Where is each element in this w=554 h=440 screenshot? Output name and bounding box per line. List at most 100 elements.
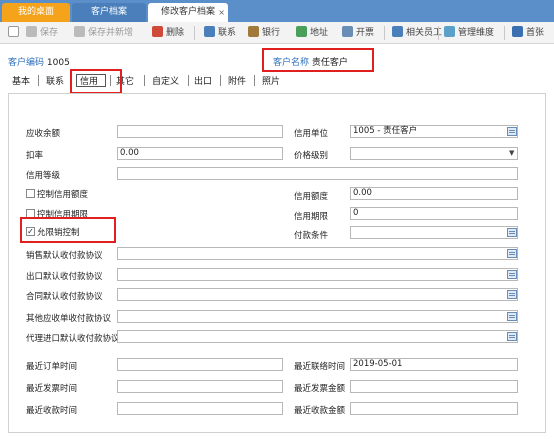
customer-name-label: 客户名称 — [273, 58, 310, 68]
contract-agreement-picker-icon[interactable] — [507, 290, 517, 299]
add-button[interactable] — [8, 25, 22, 41]
bank-button[interactable]: 银行 — [248, 25, 280, 41]
contract-agreement-field[interactable] — [117, 288, 518, 301]
last-invoice-time-field[interactable] — [117, 380, 283, 393]
subtab-photo[interactable]: 照片 — [262, 74, 280, 87]
credit-unit-label: 信用单位 — [294, 129, 329, 139]
credit-unit-picker-icon[interactable] — [507, 127, 517, 136]
credit-period-label: 信用期限 — [294, 212, 329, 222]
last-receipt-time-field[interactable] — [117, 402, 283, 415]
tab-home[interactable]: 我的桌面 — [2, 3, 70, 22]
credit-grade-label: 信用等级 — [26, 171, 61, 181]
allow-sales-checkbox[interactable]: ✓ — [26, 227, 35, 236]
other-receivable-agreement-field[interactable] — [117, 310, 518, 323]
subtab-divider — [38, 75, 39, 86]
sales-agreement-field[interactable] — [117, 247, 518, 260]
contact-button[interactable]: 联系 — [204, 25, 236, 41]
contact-icon — [204, 26, 215, 37]
subtab-attachment[interactable]: 附件 — [228, 74, 246, 87]
payment-terms-field[interactable] — [350, 226, 518, 239]
subtab-basic[interactable]: 基本 — [12, 74, 30, 87]
control-credit-limit-label: 控制信用额度 — [37, 190, 89, 200]
credit-tab-highlight — [70, 69, 122, 94]
agency-import-agreement-picker-icon[interactable] — [507, 332, 517, 341]
last-order-time-label: 最近订单时间 — [26, 362, 78, 372]
address-label: 地址 — [310, 28, 329, 38]
credit-limit-field[interactable]: 0.00 — [350, 187, 518, 200]
other-receivable-agreement-label: 其他应收单收付款协议 — [26, 314, 112, 324]
customer-name: 客户名称 责任客户 — [273, 55, 348, 68]
agency-import-agreement-field[interactable] — [117, 330, 518, 343]
tab-edit-customer[interactable]: 修改客户档案 × — [148, 3, 228, 22]
last-order-time-field[interactable] — [117, 358, 283, 371]
window-tab-strip: 我的桌面 客户档案 修改客户档案 × — [0, 0, 554, 22]
export-agreement-picker-icon[interactable] — [507, 270, 517, 279]
invoice-button[interactable]: 开票 — [342, 25, 374, 41]
price-level-label: 价格级别 — [294, 151, 329, 161]
control-credit-limit-checkbox[interactable] — [26, 189, 35, 198]
last-invoice-amount-field[interactable] — [350, 380, 518, 393]
address-icon — [296, 26, 307, 37]
first-button[interactable]: 首张 — [512, 25, 544, 41]
receivable-balance-label: 应收余额 — [26, 129, 61, 139]
invoice-label: 开票 — [356, 28, 375, 38]
customer-code-label: 客户编码 — [8, 58, 45, 68]
payment-terms-label: 付款条件 — [294, 231, 329, 241]
last-receipt-amount-label: 最近收款金额 — [294, 406, 346, 416]
last-receipt-time-label: 最近收款时间 — [26, 406, 78, 416]
first-label: 首张 — [526, 28, 545, 38]
delete-icon — [152, 26, 163, 37]
credit-unit-field[interactable]: 1005 - 责任客户 — [350, 125, 518, 138]
customer-code-value: 1005 — [46, 58, 70, 68]
staff-icon — [392, 26, 403, 37]
save-button[interactable]: 保存 — [26, 25, 58, 41]
credit-grade-field[interactable] — [117, 167, 518, 180]
subtab-divider — [188, 75, 189, 86]
allow-sales-label: 允限销控制 — [37, 228, 80, 238]
credit-limit-label: 信用额度 — [294, 192, 329, 202]
customer-code: 客户编码 1005 — [8, 55, 70, 68]
other-receivable-agreement-picker-icon[interactable] — [507, 312, 517, 321]
delete-button[interactable]: 删除 — [152, 25, 184, 41]
sales-agreement-label: 销售默认收付款协议 — [26, 251, 103, 261]
bank-label: 银行 — [262, 28, 281, 38]
last-contact-time-field[interactable]: 2019-05-01 — [350, 358, 518, 371]
subtab-contact[interactable]: 联系 — [46, 74, 64, 87]
plus-icon — [8, 26, 19, 37]
agency-import-agreement-label: 代理进口默认收付款协议 — [26, 334, 120, 344]
payment-terms-picker-icon[interactable] — [507, 228, 517, 237]
invoice-icon — [342, 26, 353, 37]
subtab-export[interactable]: 出口 — [194, 74, 212, 87]
manage-dim-icon — [444, 26, 455, 37]
save-new-icon — [74, 26, 85, 37]
subtab-divider — [254, 75, 255, 86]
last-invoice-time-label: 最近发票时间 — [26, 384, 78, 394]
sales-agreement-picker-icon[interactable] — [507, 249, 517, 258]
export-agreement-field[interactable] — [117, 268, 518, 281]
manage-dim-button[interactable]: 管理维度 — [444, 25, 494, 41]
price-level-select[interactable] — [350, 147, 518, 160]
tab-customer-archive-label: 客户档案 — [90, 7, 127, 17]
toolbar-divider — [384, 26, 385, 40]
save-icon — [26, 26, 37, 37]
staff-button[interactable]: 相关员工 — [392, 25, 442, 41]
subtab-divider — [220, 75, 221, 86]
close-icon[interactable]: × — [218, 3, 225, 22]
save-new-button[interactable]: 保存并新增 — [74, 25, 133, 41]
tab-edit-customer-label: 修改客户档案 — [160, 7, 215, 17]
toolbar: 保存 保存并新增 删除 联系 银行 地址 开票 相关员工 管理维度 首张 — [0, 22, 554, 44]
manage-dim-label: 管理维度 — [458, 28, 495, 38]
staff-label: 相关员工 — [406, 28, 443, 38]
receivable-balance-field[interactable] — [117, 125, 283, 138]
last-contact-time-label: 最近联络时间 — [294, 362, 346, 372]
subtab-custom[interactable]: 自定义 — [152, 74, 179, 87]
address-button[interactable]: 地址 — [296, 25, 328, 41]
first-record-icon — [512, 26, 523, 37]
tab-home-label: 我的桌面 — [17, 7, 54, 17]
credit-period-field[interactable]: 0 — [350, 207, 518, 220]
tab-customer-archive[interactable]: 客户档案 — [72, 3, 146, 22]
chevron-down-icon[interactable]: ▼ — [509, 149, 514, 157]
discount-field[interactable]: 0.00 — [117, 147, 283, 160]
contract-agreement-label: 合同默认收付款协议 — [26, 292, 103, 302]
last-receipt-amount-field[interactable] — [350, 402, 518, 415]
